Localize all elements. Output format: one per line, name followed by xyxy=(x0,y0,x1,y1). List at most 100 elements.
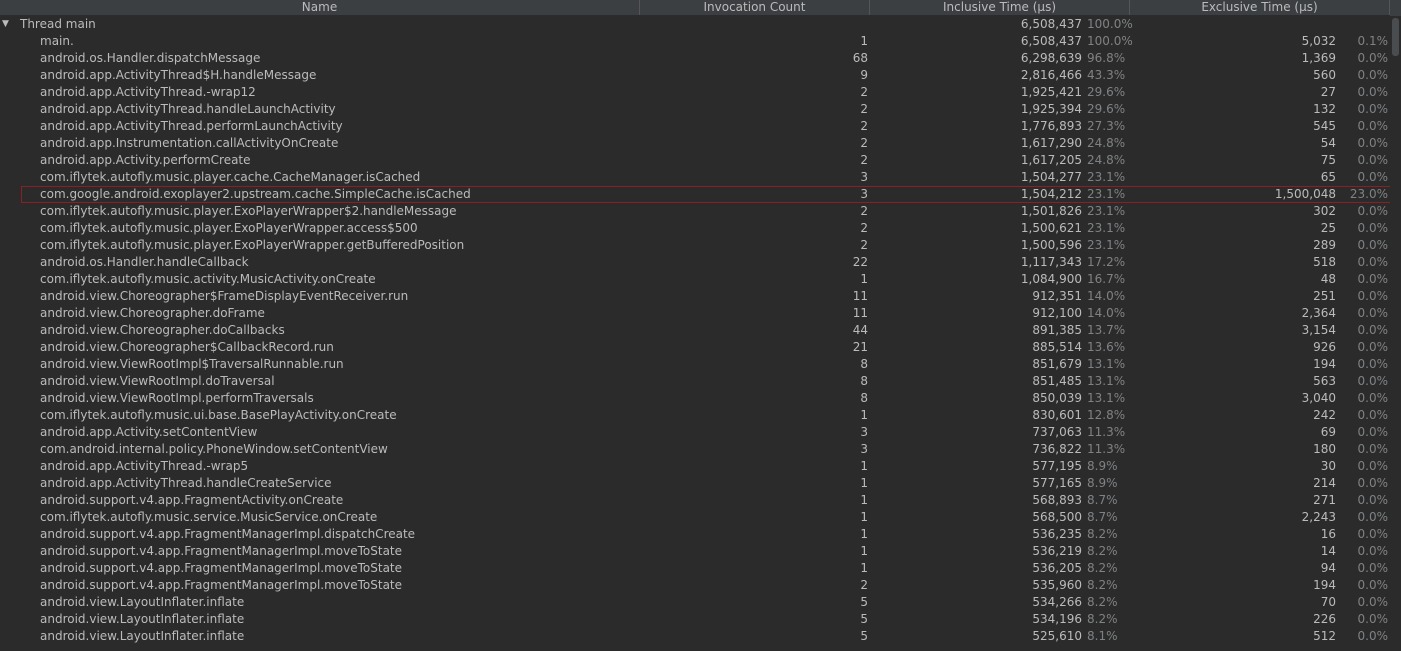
row-exclusive-percent: 0.0% xyxy=(1357,442,1389,456)
table-row[interactable]: android.os.Handler.handleCallback 22 1,117… xyxy=(0,254,1390,271)
table-row[interactable]: com.iflytek.autofly.music.activity.Music… xyxy=(0,271,1390,288)
table-row-selected[interactable]: com.google.android.exoplayer2.upstream.c… xyxy=(0,186,1390,203)
row-inclusive-time: 851,485 xyxy=(1032,374,1082,388)
table-row[interactable]: android.app.Instrumentation.callActivity… xyxy=(0,135,1390,152)
row-inclusive-percent: 13.1% xyxy=(1087,374,1126,388)
table-row[interactable]: com.iflytek.autofly.music.player.ExoPlay… xyxy=(0,203,1390,220)
row-inclusive-percent: 8.9% xyxy=(1087,476,1118,490)
row-inclusive-time: 1,776,893 xyxy=(1020,119,1082,133)
row-inclusive-time: 1,501,826 xyxy=(1020,204,1082,218)
row-exclusive-percent: 0.0% xyxy=(1357,459,1389,473)
table-row[interactable]: android.app.ActivityThread$H.handleMessa… xyxy=(0,67,1390,84)
vertical-scrollbar[interactable] xyxy=(1390,16,1401,651)
row-exclusive-percent: 0.0% xyxy=(1357,510,1389,524)
table-row[interactable]: android.view.Choreographer$FrameDisplayE… xyxy=(0,288,1390,305)
row-exclusive-time: 1,369 xyxy=(1301,51,1336,65)
row-inclusive-percent: 8.7% xyxy=(1087,493,1118,507)
table-row[interactable]: android.app.Activity.setContentView 3 737,… xyxy=(0,424,1390,441)
table-row[interactable]: android.app.ActivityThread.handleLaunchA… xyxy=(0,101,1390,118)
row-exclusive-time: 289 xyxy=(1313,238,1336,252)
table-row[interactable]: android.view.Choreographer.doFrame 11 912,… xyxy=(0,305,1390,322)
row-invocation-count: 1 xyxy=(860,476,868,490)
row-exclusive-percent: 0.0% xyxy=(1357,170,1389,184)
row-exclusive-percent: 0.0% xyxy=(1357,204,1389,218)
row-inclusive-percent: 24.8% xyxy=(1087,136,1126,150)
table-row[interactable]: android.support.v4.app.FragmentActivity.… xyxy=(0,492,1390,509)
row-exclusive-percent: 0.0% xyxy=(1357,493,1389,507)
row-inclusive-time: 891,385 xyxy=(1032,323,1082,337)
table-row[interactable]: android.view.Choreographer.doCallbacks 44… xyxy=(0,322,1390,339)
table-row[interactable]: android.view.ViewRootImpl.doTraversal 8 85… xyxy=(0,373,1390,390)
table-row[interactable]: com.iflytek.autofly.music.player.cache.C… xyxy=(0,169,1390,186)
row-inclusive-time: 577,165 xyxy=(1032,476,1082,490)
row-exclusive-time: 5,032 xyxy=(1301,34,1336,48)
row-name: android.view.ViewRootImpl$TraversalRunna… xyxy=(40,357,344,371)
row-invocation-count: 5 xyxy=(860,595,868,609)
row-name: android.support.v4.app.FragmentManagerIm… xyxy=(40,544,403,558)
table-row[interactable]: android.app.ActivityThread.-wrap12 2 1,925… xyxy=(0,84,1390,101)
row-exclusive-time: 214 xyxy=(1313,476,1336,490)
row-name: android.view.Choreographer.doCallbacks xyxy=(40,323,285,337)
row-exclusive-percent: 0.0% xyxy=(1357,595,1389,609)
row-exclusive-percent: 0.0% xyxy=(1357,255,1389,269)
call-tree-table[interactable]: ▼ Thread main 6,508,437 100.0% main. 1 6,5… xyxy=(0,16,1390,651)
table-header: Name Invocation Count Inclusive Time (µs… xyxy=(0,0,1390,16)
table-row[interactable]: com.iflytek.autofly.music.player.ExoPlay… xyxy=(0,237,1390,254)
row-exclusive-percent: 0.0% xyxy=(1357,527,1389,541)
table-row[interactable]: android.support.v4.app.FragmentManagerIm… xyxy=(0,543,1390,560)
row-name: com.iflytek.autofly.music.player.ExoPlay… xyxy=(40,238,465,252)
row-inclusive-percent: 23.1% xyxy=(1087,204,1126,218)
row-exclusive-time: 75 xyxy=(1320,153,1336,167)
table-row[interactable]: main. 1 6,508,437 100.0% 5,032 0.1% xyxy=(0,33,1390,50)
row-exclusive-time: 926 xyxy=(1313,340,1336,354)
table-row[interactable]: android.app.ActivityThread.-wrap5 1 577,19… xyxy=(0,458,1390,475)
collapse-arrow-icon[interactable]: ▼ xyxy=(2,16,12,33)
row-inclusive-time: 736,822 xyxy=(1032,442,1082,456)
column-header-name[interactable]: Name xyxy=(0,0,640,15)
table-row[interactable]: android.view.LayoutInflater.inflate 5 534,… xyxy=(0,594,1390,611)
row-inclusive-percent: 96.8% xyxy=(1087,51,1126,65)
row-inclusive-time: 6,298,639 xyxy=(1020,51,1082,65)
table-row[interactable]: android.view.Choreographer$CallbackRecor… xyxy=(0,339,1390,356)
table-row[interactable]: android.app.ActivityThread.handleCreateS… xyxy=(0,475,1390,492)
column-header-exclusive-time[interactable]: Exclusive Time (µs) xyxy=(1130,0,1390,15)
table-row[interactable]: android.support.v4.app.FragmentManagerIm… xyxy=(0,526,1390,543)
row-exclusive-time: 180 xyxy=(1313,442,1336,456)
scrollbar-thumb[interactable] xyxy=(1392,18,1399,56)
table-row[interactable]: android.view.LayoutInflater.inflate 5 534,… xyxy=(0,611,1390,628)
table-row[interactable]: com.iflytek.autofly.music.player.ExoPlay… xyxy=(0,220,1390,237)
row-invocation-count: 5 xyxy=(860,612,868,626)
row-inclusive-time: 1,500,621 xyxy=(1020,221,1082,235)
column-header-inclusive-time[interactable]: Inclusive Time (µs) xyxy=(870,0,1130,15)
table-row[interactable]: com.iflytek.autofly.music.service.MusicS… xyxy=(0,509,1390,526)
row-name: android.app.ActivityThread.-wrap5 xyxy=(40,459,249,473)
row-inclusive-percent: 8.2% xyxy=(1087,561,1118,575)
table-row[interactable]: android.view.LayoutInflater.inflate 5 525,… xyxy=(0,628,1390,645)
table-row[interactable]: android.app.Activity.performCreate 2 1,617… xyxy=(0,152,1390,169)
row-name: com.iflytek.autofly.music.player.cache.C… xyxy=(40,170,421,184)
row-exclusive-time: 30 xyxy=(1320,459,1336,473)
column-header-invocation-count[interactable]: Invocation Count xyxy=(640,0,870,15)
row-exclusive-percent: 0.0% xyxy=(1357,51,1389,65)
table-row[interactable]: android.support.v4.app.FragmentManagerIm… xyxy=(0,560,1390,577)
row-exclusive-percent: 0.0% xyxy=(1357,408,1389,422)
row-inclusive-percent: 23.1% xyxy=(1087,187,1126,201)
table-row[interactable]: android.app.ActivityThread.performLaunch… xyxy=(0,118,1390,135)
row-invocation-count: 2 xyxy=(860,119,868,133)
row-exclusive-time: 14 xyxy=(1320,544,1336,558)
table-row[interactable]: android.os.Handler.dispatchMessage 68 6,29… xyxy=(0,50,1390,67)
table-row[interactable]: android.view.ViewRootImpl$TraversalRunna… xyxy=(0,356,1390,373)
row-inclusive-time: 534,196 xyxy=(1032,612,1082,626)
row-exclusive-percent: 0.0% xyxy=(1357,85,1389,99)
row-inclusive-time: 1,504,277 xyxy=(1020,170,1082,184)
table-row[interactable]: android.support.v4.app.FragmentManagerIm… xyxy=(0,577,1390,594)
row-exclusive-time: 512 xyxy=(1313,629,1336,643)
row-inclusive-time: 1,617,205 xyxy=(1020,153,1082,167)
row-inclusive-time: 1,117,343 xyxy=(1020,255,1082,269)
row-name: android.app.Activity.setContentView xyxy=(40,425,258,439)
table-row[interactable]: android.view.ViewRootImpl.performTravers… xyxy=(0,390,1390,407)
row-exclusive-percent: 0.0% xyxy=(1357,289,1389,303)
tree-row-thread-main[interactable]: ▼ Thread main 6,508,437 100.0% xyxy=(0,16,1390,33)
table-row[interactable]: com.android.internal.policy.PhoneWindow.… xyxy=(0,441,1390,458)
table-row[interactable]: com.iflytek.autofly.music.ui.base.BasePl… xyxy=(0,407,1390,424)
